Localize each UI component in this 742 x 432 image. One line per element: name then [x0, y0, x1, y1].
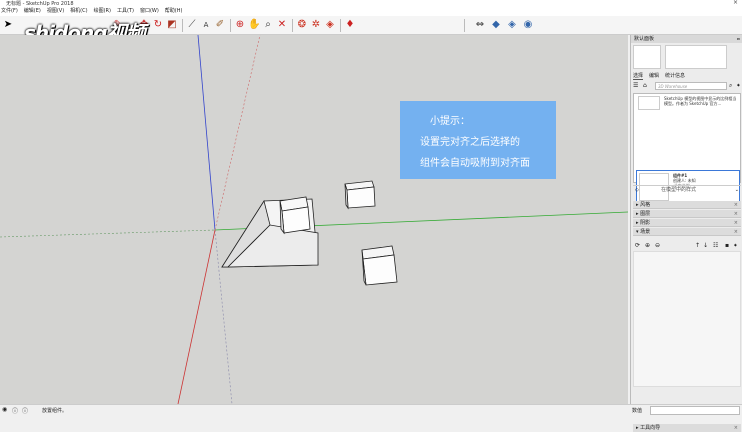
- tip-line-2: 组件会自动吸附到对齐面: [420, 158, 530, 169]
- toolbar-separator: [340, 19, 341, 32]
- extension-icon[interactable]: ✲: [310, 19, 322, 31]
- menu-camera[interactable]: 相机(C): [70, 7, 87, 16]
- menu-edit[interactable]: 编辑(E): [24, 7, 41, 16]
- menu-draw[interactable]: 绘图(R): [94, 7, 111, 16]
- menu-tools[interactable]: 工具(T): [117, 7, 134, 16]
- component-icon[interactable]: ◈: [324, 19, 336, 31]
- search-input[interactable]: 3D Warehouse: [655, 82, 727, 90]
- component-list[interactable]: SketchUp 模型的视图中显示的比例相当 模型。作者为 SketchUp 官…: [633, 93, 741, 204]
- orbit-icon[interactable]: ⊕: [234, 19, 246, 31]
- standard-view-icon[interactable]: ◆: [490, 19, 502, 31]
- tip-title: 小提示：: [430, 116, 470, 127]
- model-icon[interactable]: ◇: [635, 186, 639, 195]
- in-model-label: 在模型中的样式: [661, 187, 697, 193]
- component-description: SketchUp 模型的视图中显示的比例相当 模型。作者为 SketchUp 官…: [664, 96, 737, 106]
- pan-icon[interactable]: ✋: [248, 19, 260, 31]
- component-thumbnail: [638, 96, 660, 110]
- default-tray: 默认面板 ⴰ 选择 编辑 统计信息 ☰ ⌂ 3D Warehouse ⌕ ➧ S…: [630, 35, 742, 432]
- paint-icon[interactable]: ✐: [214, 19, 226, 31]
- zoom-extents-icon[interactable]: ✕: [276, 19, 288, 31]
- text-icon[interactable]: A: [200, 19, 212, 31]
- tab-statistics[interactable]: 统计信息: [665, 72, 685, 80]
- panel-scenes[interactable]: ▾ 场景 ×: [633, 228, 741, 236]
- tab-edit[interactable]: 编辑: [649, 72, 659, 80]
- credits-icon[interactable]: ⓘ: [12, 406, 18, 415]
- toolbar-separator: [230, 19, 231, 32]
- close-icon[interactable]: ×: [734, 228, 738, 236]
- zoom-icon[interactable]: ⌕: [262, 19, 274, 31]
- measurements-input[interactable]: [650, 406, 740, 415]
- scale-icon[interactable]: ◩: [166, 19, 178, 31]
- home-icon[interactable]: ⌂: [643, 82, 647, 89]
- chevron-icon[interactable]: ⌄: [735, 186, 739, 195]
- top-view-icon[interactable]: ◈: [506, 19, 518, 31]
- close-icon[interactable]: ×: [734, 424, 738, 432]
- scene-toolbar: ⟳ ⊕ ⊖ ↑ ↓ ☷ ▪ ➧: [633, 241, 741, 250]
- menu-bar: 文件(F) 编辑(E) 视图(V) 相机(C) 绘图(R) 工具(T) 窗口(W…: [0, 7, 742, 16]
- move-up-icon[interactable]: ↑: [695, 241, 700, 250]
- status-bar: ◉ ⓘ ⓘ 放置组件。 数值: [0, 404, 742, 415]
- panel-layers[interactable]: ▸ 图层 ×: [633, 210, 741, 218]
- red-axis-negative: [214, 35, 261, 231]
- modeling-viewport[interactable]: 小提示： 设置完对齐之后选择的 组件会自动吸附到对齐面: [0, 35, 628, 404]
- close-icon[interactable]: ×: [734, 210, 738, 218]
- rotate-icon[interactable]: ↻: [152, 19, 164, 31]
- tray-header: 默认面板 ⴰ: [631, 35, 742, 43]
- tape-measure-icon[interactable]: ⟋: [186, 19, 198, 31]
- component-tabs: 选择 编辑 统计信息: [633, 72, 685, 80]
- cube-top[interactable]: [344, 180, 376, 210]
- toolbar-separator: [182, 19, 183, 32]
- scene-list[interactable]: [633, 251, 741, 387]
- ruby-icon[interactable]: ♦: [344, 19, 356, 31]
- axes-icon[interactable]: ⇔: [474, 19, 486, 31]
- details-icon[interactable]: ➧: [733, 241, 738, 250]
- menu-help[interactable]: 帮助(H): [165, 7, 183, 16]
- refresh-scene-icon[interactable]: ⟳: [635, 241, 640, 250]
- cube-lower[interactable]: [361, 245, 398, 286]
- tab-select[interactable]: 选择: [633, 72, 644, 80]
- account-icon[interactable]: ⓘ: [22, 406, 28, 415]
- panel-shadows[interactable]: ▸ 阴影 ×: [633, 219, 741, 227]
- thumbnail-icon[interactable]: ▪: [725, 241, 729, 250]
- search-row: ☰ ⌂ 3D Warehouse ⌕ ➧: [633, 82, 741, 91]
- title-bar: 无标题 - SketchUp Pro 2018 ×: [0, 0, 742, 7]
- remove-scene-icon[interactable]: ⊖: [655, 241, 660, 250]
- view-options-icon[interactable]: ☰: [633, 82, 638, 89]
- tip-box: 小提示： 设置完对齐之后选择的 组件会自动吸附到对齐面: [400, 101, 556, 179]
- add-scene-icon[interactable]: ⊕: [645, 241, 650, 250]
- component-preview-small: [633, 45, 661, 69]
- scene-canvas[interactable]: [0, 35, 628, 404]
- model-info-row: ◇ 在模型中的样式 ⌄: [633, 185, 741, 194]
- geo-location-icon[interactable]: ◉: [2, 406, 7, 413]
- search-icon[interactable]: ⌕: [729, 82, 732, 90]
- window-title: 无标题 - SketchUp Pro 2018: [6, 1, 74, 7]
- move-down-icon[interactable]: ↓: [703, 241, 708, 250]
- close-icon[interactable]: ×: [734, 201, 738, 209]
- menu-view[interactable]: 视图(V): [47, 7, 64, 16]
- red-axis: [177, 229, 216, 404]
- panel-instructor[interactable]: ▸ 工具向导 ×: [633, 424, 741, 432]
- close-button[interactable]: ×: [733, 0, 738, 6]
- toolbar-separator: [292, 19, 293, 32]
- close-icon[interactable]: ×: [734, 219, 738, 227]
- tip-line-1: 设置完对齐之后选择的: [420, 137, 520, 148]
- blue-axis: [197, 35, 216, 231]
- green-axis-negative: [0, 229, 216, 238]
- details-arrow-icon[interactable]: ➧: [736, 82, 741, 89]
- pin-icon[interactable]: ⴰ: [737, 35, 740, 43]
- tray-title: 默认面板: [634, 36, 655, 42]
- list-item[interactable]: SketchUp 模型的视图中显示的比例相当 模型。作者为 SketchUp 官…: [636, 95, 740, 111]
- menu-window[interactable]: 窗口(W): [140, 7, 159, 16]
- status-text: 放置组件。: [42, 408, 68, 414]
- view-options-icon[interactable]: ☷: [713, 241, 718, 250]
- panel-styles[interactable]: ▸ 风格 ×: [633, 201, 741, 209]
- component-preview-large: [665, 45, 727, 69]
- warehouse-icon[interactable]: ❂: [296, 19, 308, 31]
- select-icon[interactable]: ➤: [2, 19, 14, 31]
- measurements-label: 数值: [632, 408, 643, 414]
- iso-view-icon[interactable]: ◉: [522, 19, 534, 31]
- cube-on-wedge[interactable]: [279, 196, 311, 235]
- menu-file[interactable]: 文件(F): [1, 7, 18, 16]
- toolbar-separator: [464, 19, 465, 32]
